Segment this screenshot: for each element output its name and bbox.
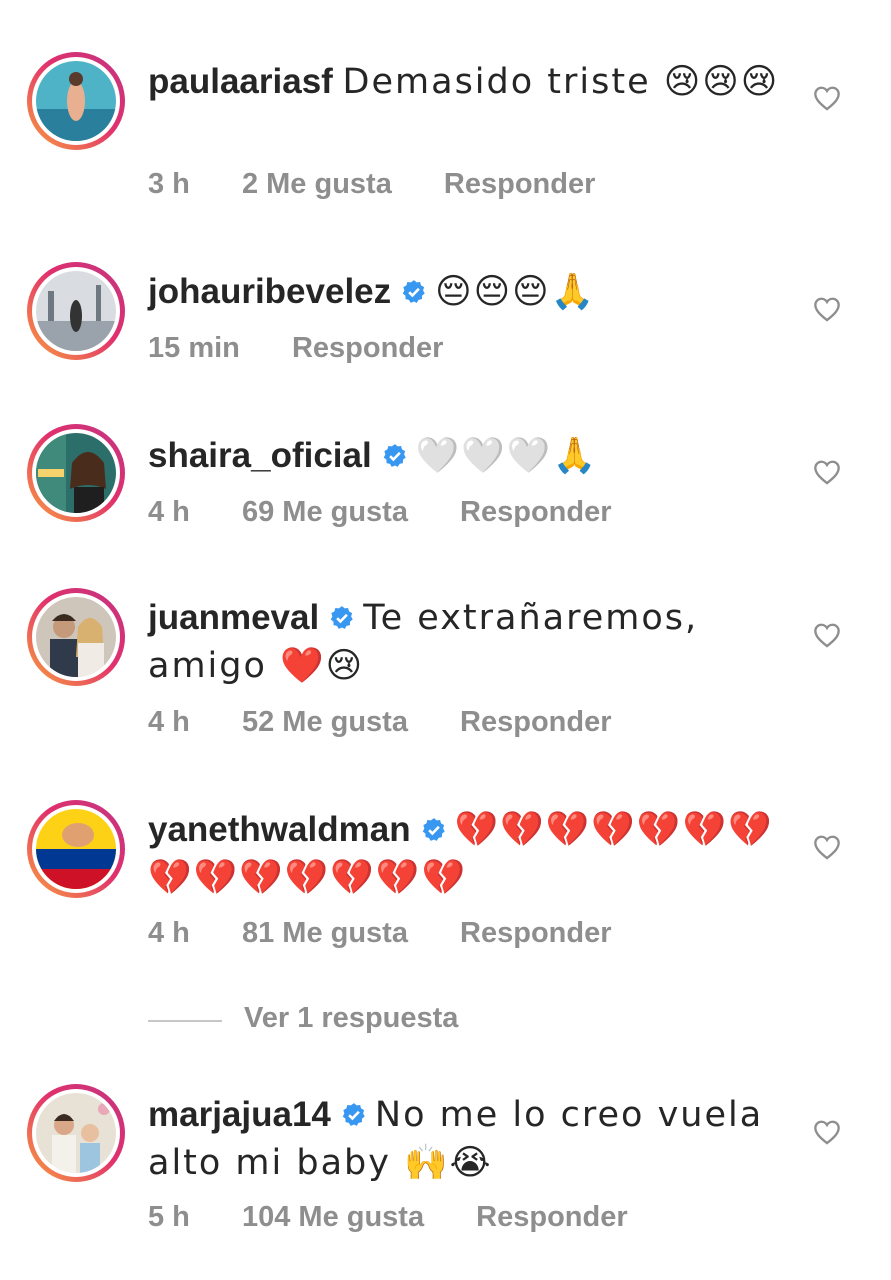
avatar[interactable]	[27, 800, 125, 898]
comment-likes[interactable]: 69 Me gusta	[242, 496, 408, 528]
heart-outline-icon[interactable]	[813, 1119, 841, 1145]
comment-likes[interactable]: 52 Me gusta	[242, 706, 408, 738]
verified-badge-icon	[402, 280, 425, 303]
avatar[interactable]	[27, 1084, 125, 1182]
comment-username[interactable]: johauribevelez	[148, 272, 391, 311]
heart-outline-icon[interactable]	[813, 459, 841, 485]
comment-body: johauribevelez 😔😔😔🙏	[148, 268, 791, 316]
avatar[interactable]	[27, 52, 125, 150]
verified-badge-icon	[330, 606, 353, 629]
comment-body: marjajua14 No me lo creo vuela alto mi ba…	[148, 1091, 791, 1187]
comment-text: 🤍🤍🤍🙏	[415, 436, 599, 476]
comment-time: 4 h	[148, 496, 190, 528]
comment-username[interactable]: marjajua14	[148, 1095, 331, 1134]
comment-likes[interactable]: 104 Me gusta	[242, 1201, 424, 1233]
comment-body: yanethwaldman 💔💔💔💔💔💔💔💔💔💔💔💔💔💔	[148, 806, 791, 902]
comment-time: 15 min	[148, 332, 240, 364]
comment-username[interactable]: shaira_oficial	[148, 436, 372, 475]
comment-meta: 4 h 69 Me gusta Responder	[148, 496, 656, 529]
heart-outline-icon[interactable]	[813, 834, 841, 860]
avatar[interactable]	[27, 588, 125, 686]
comment-likes[interactable]: 2 Me gusta	[242, 168, 392, 200]
comment-text: Demasido triste 😢😢😢	[342, 62, 780, 102]
reply-button[interactable]: Responder	[476, 1201, 627, 1233]
avatar[interactable]	[27, 262, 125, 360]
comment-likes[interactable]: 81 Me gusta	[242, 917, 408, 949]
reply-button[interactable]: Responder	[292, 332, 443, 364]
reply-button[interactable]: Responder	[460, 706, 611, 738]
comment-body: juanmeval Te extrañaremos, amigo ❤️😢	[148, 594, 791, 690]
comment-time: 5 h	[148, 1201, 190, 1233]
comment-text: 😔😔😔🙏	[435, 272, 597, 312]
comment-body: shaira_oficial 🤍🤍🤍🙏	[148, 432, 791, 480]
comment-body: paulaariasf Demasido triste 😢😢😢	[148, 58, 791, 106]
comment-time: 4 h	[148, 917, 190, 949]
comment-meta: 4 h 52 Me gusta Responder	[148, 706, 656, 739]
comment-meta: 5 h 104 Me gusta Responder	[148, 1201, 672, 1234]
comment-time: 4 h	[148, 706, 190, 738]
comment-meta: 4 h 81 Me gusta Responder	[148, 917, 656, 950]
comment-meta: 3 h 2 Me gusta Responder	[148, 168, 639, 201]
comment-time: 3 h	[148, 168, 190, 200]
verified-badge-icon	[422, 818, 445, 841]
avatar[interactable]	[27, 424, 125, 522]
replies-divider	[148, 1020, 222, 1022]
comment-username[interactable]: yanethwaldman	[148, 810, 411, 849]
verified-badge-icon	[383, 444, 406, 467]
reply-button[interactable]: Responder	[460, 917, 611, 949]
reply-button[interactable]: Responder	[444, 168, 595, 200]
heart-outline-icon[interactable]	[813, 622, 841, 648]
heart-outline-icon[interactable]	[813, 85, 841, 111]
view-replies-label[interactable]: Ver 1 respuesta	[244, 1002, 458, 1035]
verified-badge-icon	[342, 1103, 365, 1126]
comment-username[interactable]: juanmeval	[148, 598, 319, 637]
comment-username[interactable]: paulaariasf	[148, 62, 333, 101]
heart-outline-icon[interactable]	[813, 296, 841, 322]
comment-meta: 15 min Responder	[148, 332, 487, 365]
reply-button[interactable]: Responder	[460, 496, 611, 528]
